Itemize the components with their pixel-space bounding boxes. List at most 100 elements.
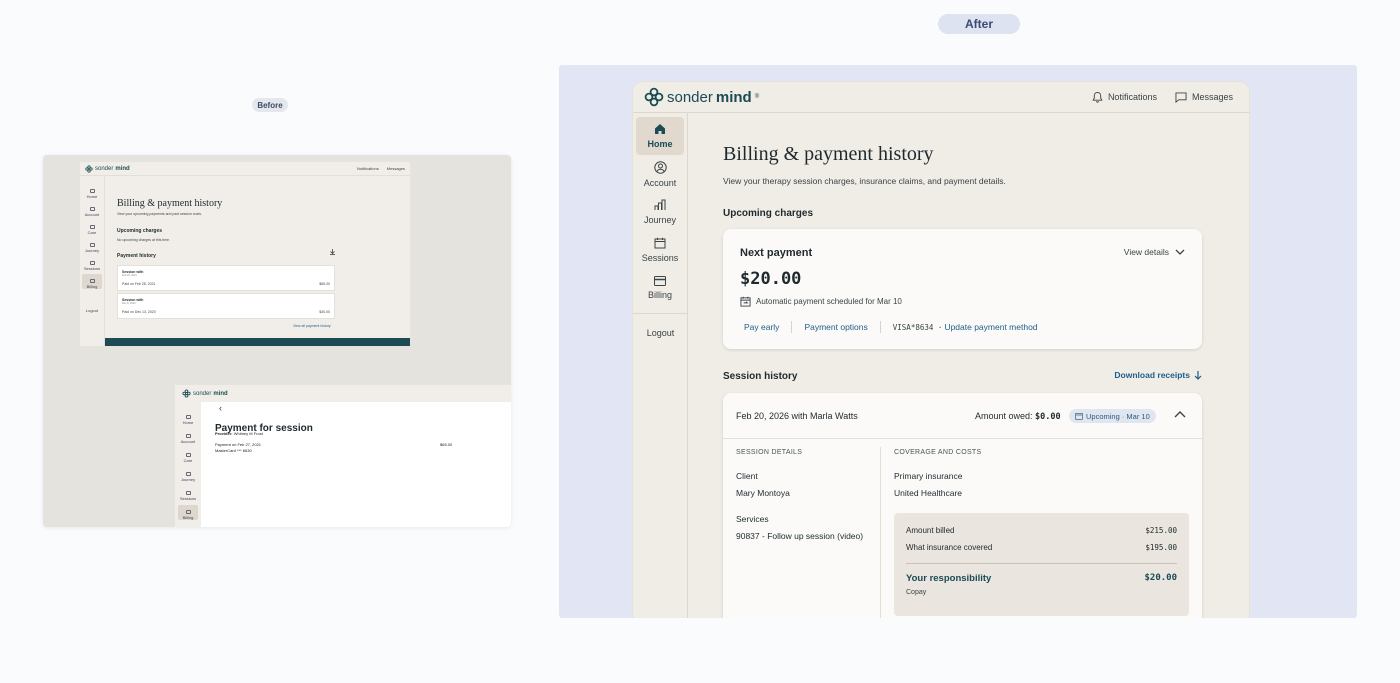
brand-plain: sonder: [667, 88, 713, 106]
notifications-label: Notifications: [1107, 92, 1157, 102]
before-logo: sonder mind: [85, 164, 130, 173]
view-details-button[interactable]: View details: [1124, 247, 1185, 257]
before-logout[interactable]: Logout: [82, 298, 102, 313]
auto-payment-text: Automatic payment scheduled for Mar 10: [756, 297, 902, 306]
auto-payment-note: Automatic payment scheduled for Mar 10: [740, 296, 902, 307]
before-nav-label: Journey: [84, 248, 100, 253]
copay-note: Copay: [906, 589, 927, 596]
before-label: Before: [252, 98, 288, 112]
sondermind-logo-icon: [85, 164, 93, 173]
before-brand-bold: mind: [115, 165, 130, 172]
before-nav-label: Home: [86, 194, 98, 199]
before-nav-care[interactable]: Care: [82, 220, 102, 235]
amount-owed-value: $0.00: [1035, 412, 1061, 422]
before-detail-nav-care[interactable]: Care: [178, 448, 198, 463]
payment-actions: Pay early Payment options VISA*8634 · Up…: [740, 321, 1050, 333]
messages-link[interactable]: Messages: [1175, 91, 1233, 103]
column-divider: [880, 447, 881, 618]
before-history-item[interactable]: Session with Feb 23, 2021 Paid on Feb 28…: [117, 265, 335, 291]
chevron-up-icon[interactable]: [1174, 410, 1186, 418]
responsibility-value: $20.00: [1144, 573, 1177, 583]
responsibility-label: Your responsibility: [906, 573, 992, 584]
amount-billed-label: Amount billed: [906, 526, 955, 535]
before-detail-screen: sonder mind Home Account Care Journey Ses…: [175, 385, 511, 527]
amount-owed: Amount owed: $0.00: [975, 411, 1061, 422]
insurance-label: Primary insurance: [894, 471, 963, 481]
sidebar-item-home[interactable]: Home: [636, 117, 684, 155]
before-page-subtitle: View your upcoming payments and past ses…: [117, 212, 202, 216]
insurance-value: United Healthcare: [894, 488, 963, 498]
sidebar-item-billing[interactable]: Billing: [636, 269, 684, 307]
download-receipts-button[interactable]: Download receipts: [1114, 370, 1202, 380]
before-nav-billing[interactable]: Billing: [82, 274, 102, 289]
sidebar-item-journey[interactable]: Journey: [636, 193, 684, 231]
page-subtitle: View your therapy session charges, insur…: [723, 176, 1006, 186]
messages-label: Messages: [1191, 92, 1233, 102]
status-badge: Upcoming · Mar 10: [1069, 409, 1156, 423]
before-nav-home[interactable]: Home: [82, 184, 102, 199]
session-card: Feb 20, 2026 with Marla Watts Amount owe…: [723, 393, 1202, 618]
client-name: Mary Montoya: [736, 488, 790, 498]
sidebar-item-sessions[interactable]: Sessions: [636, 231, 684, 269]
cost-divider: [906, 563, 1177, 564]
before-nav-label: Care: [183, 458, 193, 463]
before-nav-label: Care: [87, 230, 97, 235]
back-chevron-icon[interactable]: ‹: [219, 403, 222, 413]
before-history-item[interactable]: Session with Dec 8, 2020 Paid on Dec 13,…: [117, 293, 335, 319]
payment-options-link[interactable]: Payment options: [792, 322, 879, 332]
insurance-covered-row: What insurance covered $195.00: [906, 543, 1177, 552]
home-icon: [89, 189, 95, 193]
session-header[interactable]: Feb 20, 2026 with Marla Watts Amount owe…: [723, 393, 1202, 439]
history-amount: $40.00: [319, 310, 330, 314]
update-payment-method-link[interactable]: Update payment method: [942, 322, 1049, 332]
responsibility-row: Your responsibility $20.00: [906, 573, 1177, 584]
before-detail-nav-sessions[interactable]: Sessions: [178, 486, 198, 501]
page-title: Billing & payment history: [723, 143, 934, 165]
before-detail-nav-billing[interactable]: Billing: [178, 505, 198, 520]
sidebar-item-account[interactable]: Account: [636, 155, 684, 193]
before-nav-account[interactable]: Account: [82, 202, 102, 217]
session-details-caption: SESSION DETAILS: [736, 449, 803, 456]
topbar: sonder mind ® Notifications Messages: [633, 82, 1249, 113]
download-icon[interactable]: [330, 249, 335, 255]
insurance-covered-value: $195.00: [1145, 543, 1177, 552]
history-date: Dec 8, 2020: [122, 302, 136, 305]
before-detail-nav-home[interactable]: Home: [178, 410, 198, 425]
before-detail-logo: sonder mind: [182, 389, 228, 398]
before-detail-nav-journey[interactable]: Journey: [178, 467, 198, 482]
before-detail-nav-account[interactable]: Account: [178, 429, 198, 444]
before-messages-link[interactable]: Messages: [387, 166, 405, 171]
logout-link[interactable]: Logout: [633, 328, 688, 338]
message-icon: [1175, 91, 1187, 103]
before-nav-label: Account: [180, 439, 196, 444]
home-icon: [655, 124, 665, 134]
journey-icon: [89, 243, 95, 247]
calendar-icon: [89, 261, 95, 265]
next-payment-amount: $20.00: [740, 269, 802, 289]
sidebar-item-label: Billing: [647, 290, 672, 300]
chevron-down-icon: [1175, 249, 1185, 255]
home-icon: [185, 415, 191, 419]
insurance-covered-label: What insurance covered: [906, 543, 993, 552]
view-all-link[interactable]: View all payment history: [293, 324, 331, 328]
sidebar-item-label: Sessions: [641, 253, 679, 263]
card-icon: [185, 510, 191, 514]
sidebar-item-label: Journey: [643, 215, 677, 225]
brand-mark: ®: [754, 94, 760, 100]
before-nav-label: Home: [182, 420, 194, 425]
view-details-label: View details: [1123, 247, 1169, 257]
services-label: Services: [736, 514, 769, 524]
before-nav-label: Billing: [182, 515, 194, 520]
before-nav-sessions[interactable]: Sessions: [82, 256, 102, 271]
before-frame: sonder mind Notifications Messages Home A…: [43, 155, 511, 527]
before-notifications-link[interactable]: Notifications: [357, 166, 379, 171]
logo[interactable]: sonder mind ®: [644, 87, 759, 107]
session-details: SESSION DETAILS Client Mary Montoya Serv…: [736, 449, 876, 541]
before-upcoming-text: No upcoming charges at this time.: [117, 238, 170, 242]
coverage-costs: COVERAGE AND COSTS Primary insurance Uni…: [894, 449, 1194, 498]
pay-early-link[interactable]: Pay early: [740, 322, 791, 332]
before-nav-journey[interactable]: Journey: [82, 238, 102, 253]
notifications-link[interactable]: Notifications: [1092, 91, 1157, 103]
before-nav-label: Sessions: [83, 266, 101, 271]
history-paid: Paid on Dec 13, 2020: [122, 310, 156, 314]
